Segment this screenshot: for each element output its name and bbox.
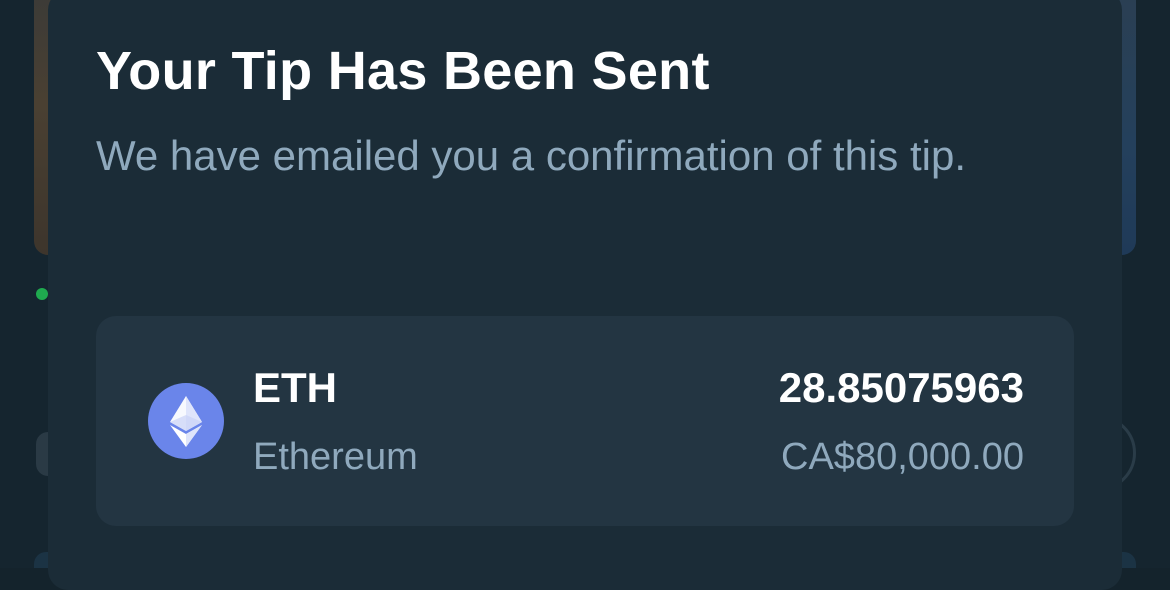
currency-symbol: ETH [253,364,337,411]
currency-name: Ethereum [253,436,418,478]
confirmation-title: Your Tip Has Been Sent [96,41,710,101]
tip-summary-card: ETH Ethereum 28.85075963 CA$80,000.00 [96,316,1074,526]
online-status-dot [36,288,48,300]
confirmation-message: We have emailed you a confirmation of th… [96,132,967,179]
ethereum-icon [148,383,224,459]
tip-fiat-value: CA$80,000.00 [781,436,1024,478]
tip-amount: 28.85075963 [778,364,1024,411]
